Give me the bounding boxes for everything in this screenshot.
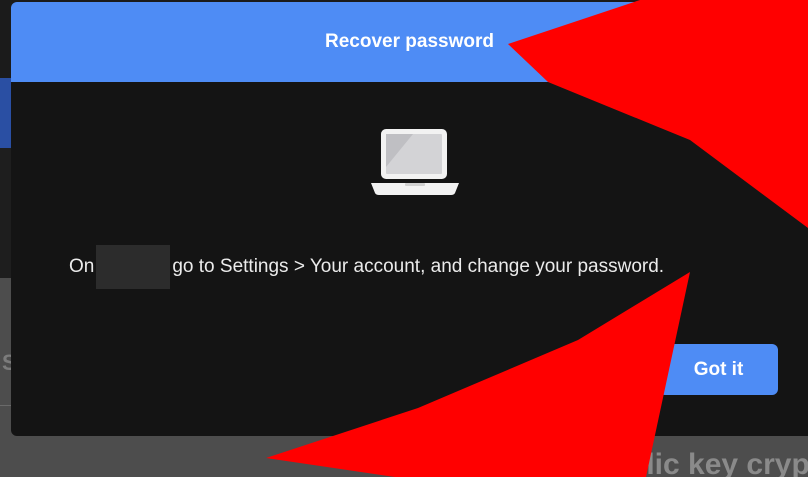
laptop-icon — [371, 129, 459, 202]
redacted-text — [96, 245, 171, 289]
modal-header: Recover password — [11, 2, 808, 82]
instruction-message: On go to Settings > Your account, and ch… — [69, 245, 664, 289]
recover-password-modal: Recover password On go to Settings > You… — [11, 2, 808, 436]
background-heading: blic key cryp — [628, 448, 808, 477]
message-prefix: On — [69, 256, 95, 277]
modal-title: Recover password — [325, 31, 494, 52]
got-it-button[interactable]: Got it — [659, 344, 778, 395]
message-suffix: go to Settings > Your account, and chang… — [172, 256, 665, 277]
